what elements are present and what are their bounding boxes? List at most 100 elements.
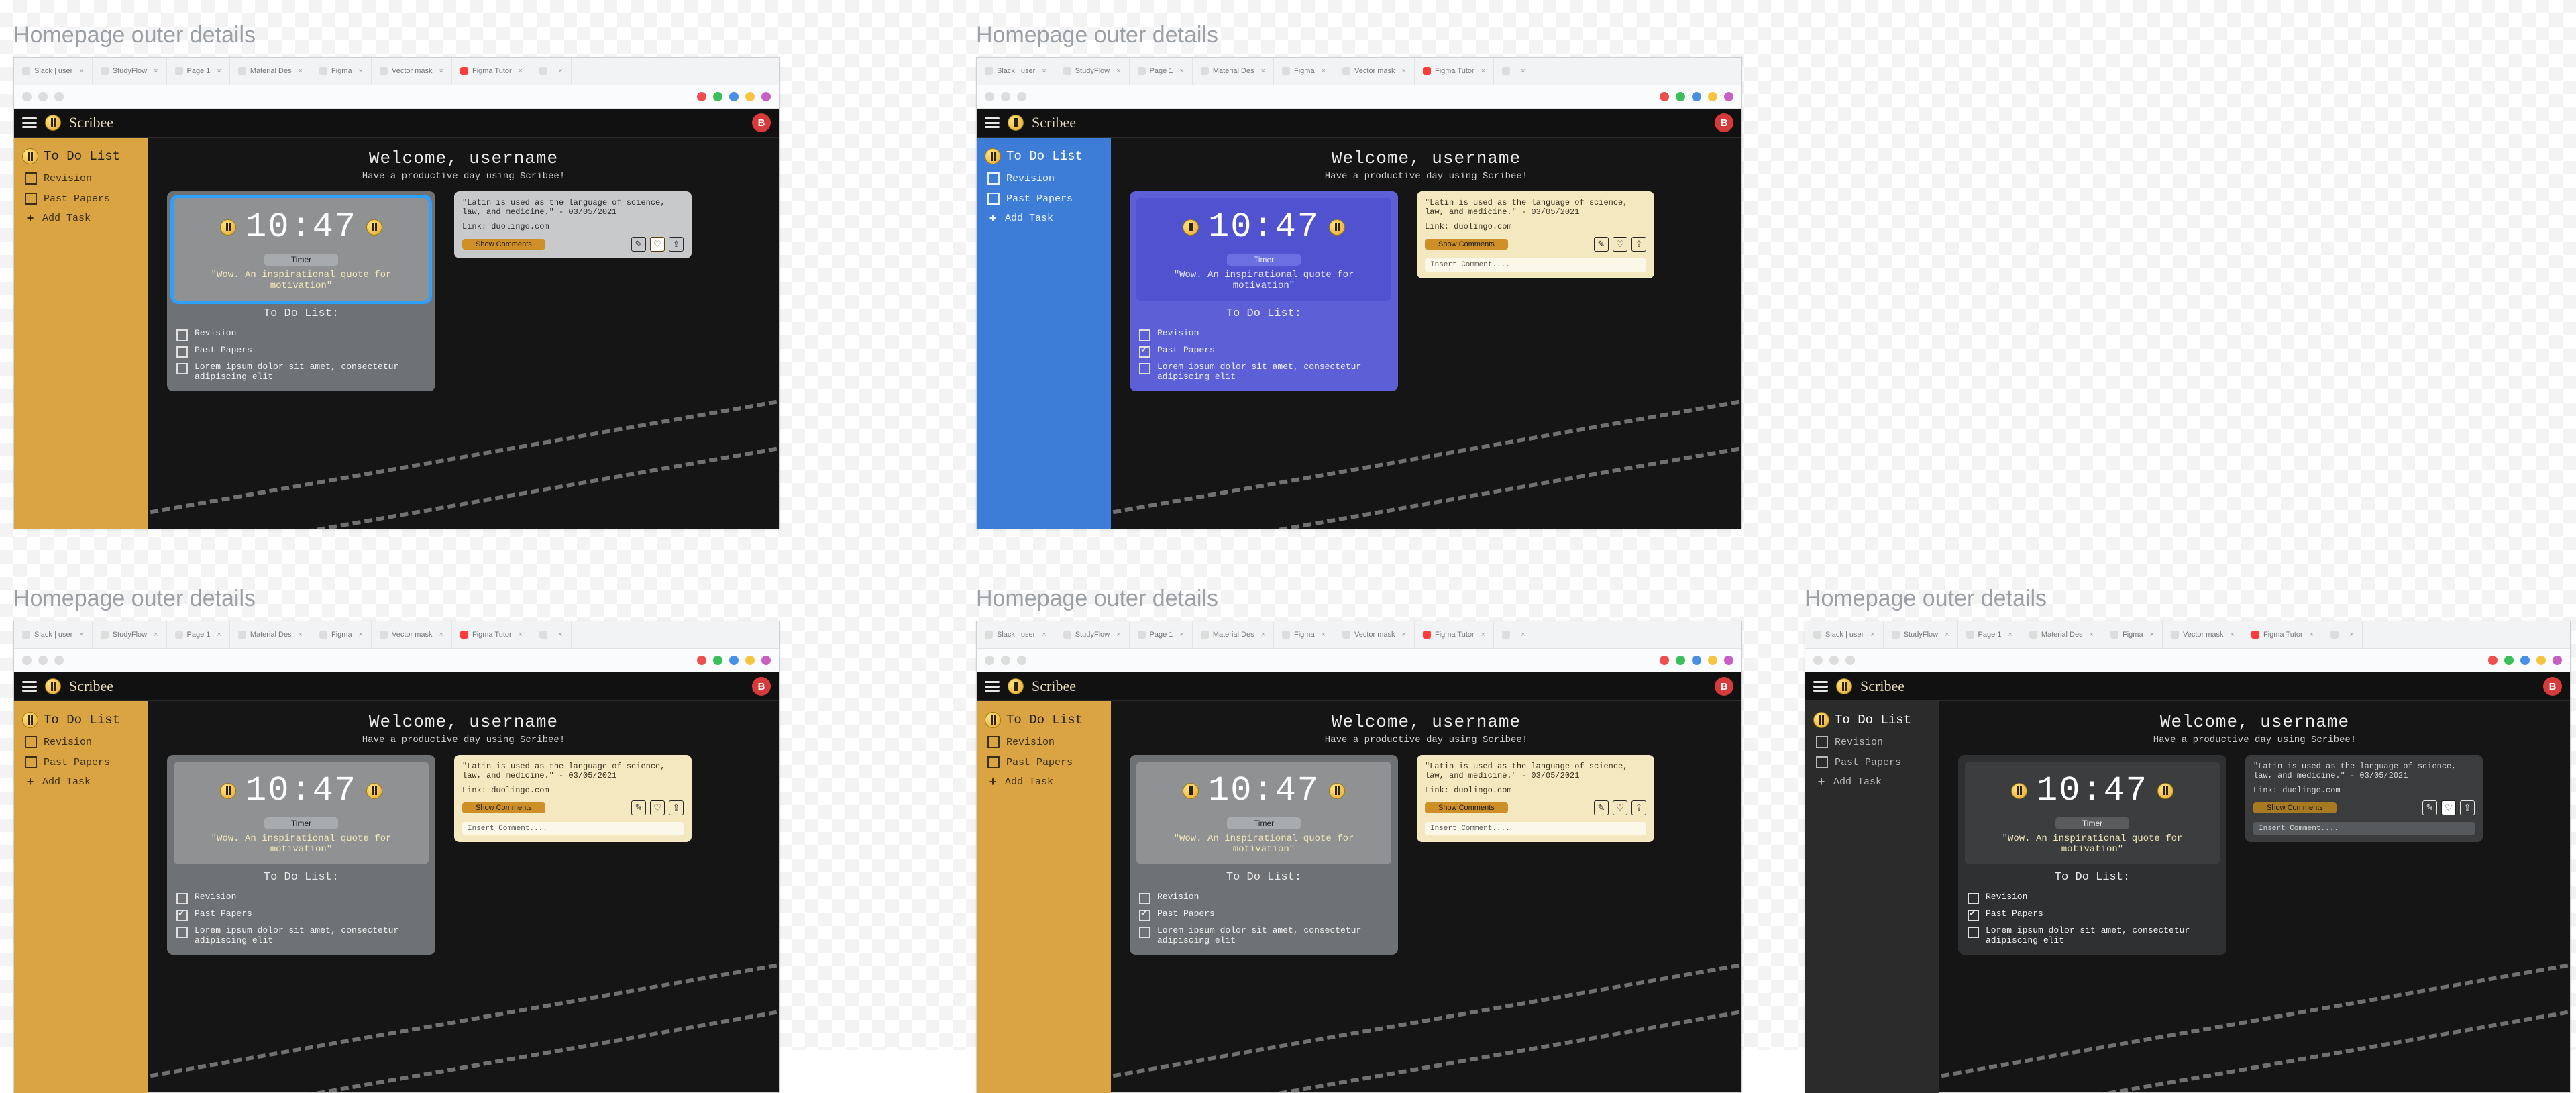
- close-icon[interactable]: ×: [1116, 67, 1120, 75]
- nav-fwd-icon[interactable]: [1001, 656, 1010, 665]
- checkbox-icon[interactable]: [176, 910, 188, 921]
- browser-tab[interactable]: Figma Tutor×: [2243, 621, 2322, 648]
- edit-icon[interactable]: ✎: [1594, 237, 1609, 252]
- todo-item[interactable]: Lorem ipsum dolor sit amet, consectetur …: [176, 925, 426, 945]
- close-icon[interactable]: ×: [1042, 631, 1046, 639]
- sidebar-add-task[interactable]: + Add Task: [977, 209, 1111, 228]
- checkbox-icon[interactable]: [1968, 927, 1979, 938]
- ext-icon[interactable]: [1724, 92, 1733, 101]
- close-icon[interactable]: ×: [79, 631, 83, 639]
- close-icon[interactable]: ×: [299, 67, 303, 75]
- sidebar-item-revision[interactable]: Revision: [14, 168, 148, 189]
- edit-icon[interactable]: ✎: [1594, 800, 1609, 815]
- todo-item[interactable]: Lorem ipsum dolor sit amet, consectetur …: [1139, 362, 1389, 382]
- share-icon[interactable]: ⇪: [1631, 800, 1646, 815]
- checkbox-icon[interactable]: [1816, 736, 1828, 748]
- close-icon[interactable]: ×: [2349, 631, 2353, 639]
- fact-link[interactable]: Link: duolingo.com: [462, 222, 684, 231]
- timer-button[interactable]: Timer: [1227, 817, 1301, 829]
- timer-button[interactable]: Timer: [1227, 254, 1301, 266]
- ext-icon[interactable]: [713, 656, 722, 665]
- todo-item[interactable]: Revision: [1139, 892, 1389, 904]
- sidebar-add-task[interactable]: + Add Task: [14, 209, 148, 228]
- checkbox-icon[interactable]: [176, 346, 188, 358]
- close-icon[interactable]: ×: [519, 631, 523, 639]
- ext-icon[interactable]: [2488, 656, 2498, 665]
- ext-icon[interactable]: [761, 92, 771, 101]
- checkbox-icon[interactable]: [1139, 893, 1150, 904]
- browser-tab[interactable]: Page 1×: [1958, 621, 2021, 648]
- nav-back-icon[interactable]: [1813, 656, 1823, 665]
- close-icon[interactable]: ×: [558, 631, 562, 639]
- ext-icon[interactable]: [713, 92, 722, 101]
- ext-icon[interactable]: [2536, 656, 2546, 665]
- checkbox-icon[interactable]: [1139, 910, 1150, 921]
- close-icon[interactable]: ×: [1261, 631, 1265, 639]
- todo-item[interactable]: Past Papers: [176, 908, 426, 921]
- close-icon[interactable]: ×: [1116, 631, 1120, 639]
- browser-tab[interactable]: Figma×: [1274, 58, 1334, 85]
- ext-icon[interactable]: [745, 92, 755, 101]
- nav-back-icon[interactable]: [985, 656, 994, 665]
- fact-link[interactable]: Link: duolingo.com: [1425, 786, 1646, 795]
- browser-tab[interactable]: Material Des×: [230, 621, 311, 648]
- fact-link[interactable]: Link: duolingo.com: [2253, 786, 2475, 795]
- ext-icon[interactable]: [2520, 656, 2530, 665]
- show-comments-button[interactable]: Show Comments: [462, 802, 545, 813]
- browser-tab[interactable]: Figma×: [311, 621, 372, 648]
- show-comments-button[interactable]: Show Comments: [2253, 802, 2337, 813]
- menu-icon[interactable]: [22, 681, 37, 692]
- edit-icon[interactable]: ✎: [631, 800, 646, 815]
- checkbox-icon[interactable]: [1968, 910, 1979, 921]
- share-icon[interactable]: ⇪: [1631, 237, 1646, 252]
- menu-icon[interactable]: [1813, 681, 1828, 692]
- browser-tab[interactable]: StudyFlow×: [1055, 621, 1130, 648]
- avatar[interactable]: B: [752, 677, 771, 696]
- todo-item[interactable]: Lorem ipsum dolor sit amet, consectetur …: [1139, 925, 1389, 945]
- nav-back-icon[interactable]: [22, 92, 32, 101]
- browser-tab[interactable]: ×: [531, 58, 571, 85]
- timer-button[interactable]: Timer: [264, 817, 338, 829]
- browser-tab[interactable]: Slack | user×: [14, 621, 93, 648]
- browser-tab[interactable]: Figma Tutor×: [452, 58, 531, 85]
- sidebar-item-pastpapers[interactable]: Past Papers: [14, 189, 148, 209]
- avatar[interactable]: B: [2543, 677, 2562, 696]
- heart-icon[interactable]: ♡: [650, 237, 665, 252]
- ext-icon[interactable]: [1692, 656, 1701, 665]
- insert-comment-input[interactable]: Insert Comment....: [1425, 258, 1646, 272]
- checkbox-icon[interactable]: [1139, 329, 1150, 341]
- browser-tab[interactable]: Figma×: [2102, 621, 2163, 648]
- browser-tab[interactable]: Vector mask×: [1334, 621, 1415, 648]
- avatar[interactable]: B: [1715, 113, 1733, 132]
- clock-card[interactable]: 10:47 Timer "Wow. An inspirational quote…: [1965, 762, 2220, 864]
- close-icon[interactable]: ×: [154, 67, 158, 75]
- browser-tab[interactable]: Slack | user×: [14, 58, 93, 85]
- ext-icon[interactable]: [2504, 656, 2514, 665]
- close-icon[interactable]: ×: [1481, 631, 1485, 639]
- close-icon[interactable]: ×: [2090, 631, 2094, 639]
- heart-icon[interactable]: ♡: [2441, 800, 2456, 815]
- show-comments-button[interactable]: Show Comments: [462, 239, 545, 250]
- ext-icon[interactable]: [1676, 656, 1685, 665]
- sidebar-add-task[interactable]: + Add Task: [14, 772, 148, 792]
- fact-link[interactable]: Link: duolingo.com: [462, 786, 684, 795]
- ext-icon[interactable]: [697, 656, 706, 665]
- ext-icon[interactable]: [1660, 656, 1669, 665]
- todo-item[interactable]: Lorem ipsum dolor sit amet, consectetur …: [176, 362, 426, 382]
- ext-icon[interactable]: [1660, 92, 1669, 101]
- browser-tab[interactable]: StudyFlow×: [93, 621, 167, 648]
- share-icon[interactable]: ⇪: [2460, 800, 2475, 815]
- nav-reload-icon[interactable]: [1845, 656, 1855, 665]
- close-icon[interactable]: ×: [2150, 631, 2154, 639]
- checkbox-icon[interactable]: [176, 329, 188, 341]
- show-comments-button[interactable]: Show Comments: [1425, 802, 1508, 813]
- nav-back-icon[interactable]: [985, 92, 994, 101]
- nav-fwd-icon[interactable]: [38, 656, 48, 665]
- close-icon[interactable]: ×: [519, 67, 523, 75]
- ext-icon[interactable]: [745, 656, 755, 665]
- heart-icon[interactable]: ♡: [650, 800, 665, 815]
- browser-tab[interactable]: Vector mask×: [372, 621, 452, 648]
- close-icon[interactable]: ×: [154, 631, 158, 639]
- edit-icon[interactable]: ✎: [631, 237, 646, 252]
- checkbox-icon[interactable]: [25, 172, 37, 185]
